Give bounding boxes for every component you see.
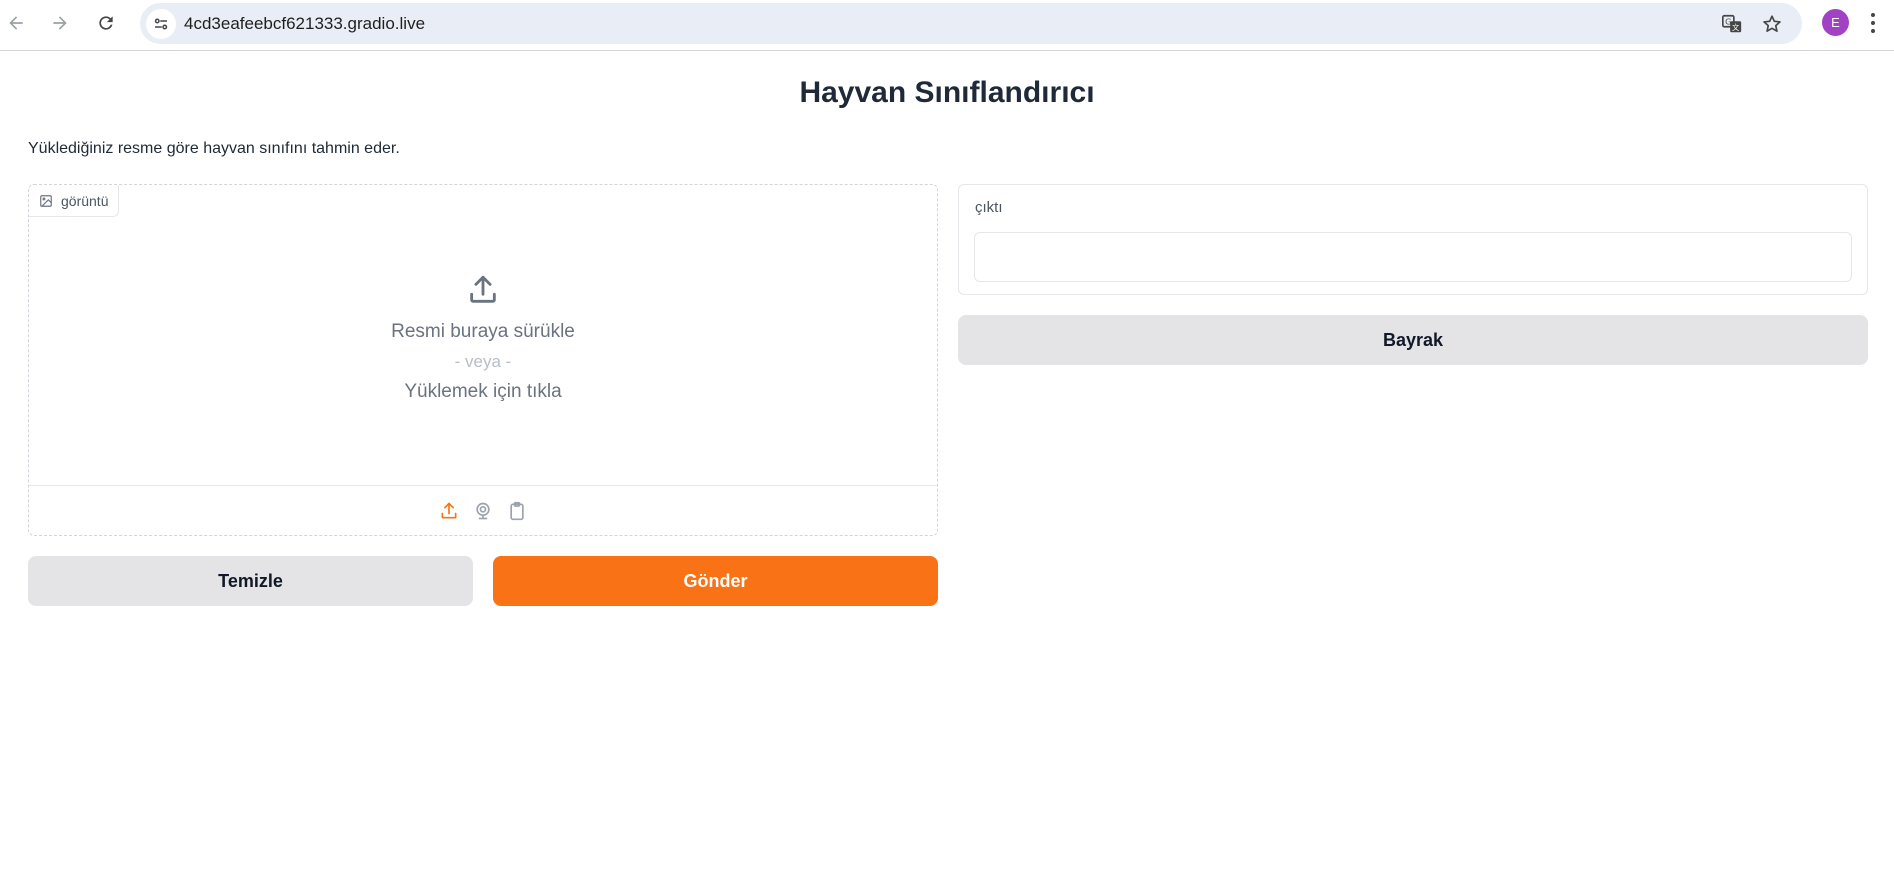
webcam-icon: [476, 502, 490, 519]
forward-button[interactable]: [46, 9, 74, 37]
browser-toolbar: 4cd3eafeebcf621333.gradio.live G 文 E: [0, 0, 1894, 51]
submit-button[interactable]: Gönder: [493, 556, 938, 606]
source-webcam-button[interactable]: [472, 500, 494, 522]
url-text[interactable]: 4cd3eafeebcf621333.gradio.live: [184, 14, 425, 34]
tune-icon: [154, 18, 168, 30]
arrow-right-icon: [53, 16, 67, 30]
output-textbox[interactable]: [974, 232, 1852, 282]
upload-icon: [470, 275, 496, 303]
image-input-label: görüntü: [29, 185, 120, 217]
image-source-selector: [29, 485, 937, 535]
back-button[interactable]: [2, 9, 30, 37]
avatar-initial: E: [1831, 15, 1840, 30]
reload-button[interactable]: [92, 9, 120, 37]
page-description: Yüklediğiniz resme göre hayvan sınıfını …: [28, 140, 400, 157]
browser-menu-button[interactable]: [1868, 11, 1878, 35]
drop-text: Resmi buraya sürükle: [391, 321, 575, 342]
translate-icon: G 文: [1722, 14, 1742, 33]
translate-button[interactable]: G 文: [1720, 12, 1744, 36]
profile-avatar[interactable]: E: [1822, 9, 1849, 36]
image-input-label-text: görüntü: [61, 192, 109, 209]
or-text: - veya -: [454, 352, 512, 371]
image-icon: [40, 194, 52, 207]
star-icon: [1763, 15, 1781, 32]
output-label: çıktı: [975, 199, 1003, 216]
clear-button[interactable]: Temizle: [28, 556, 473, 606]
click-to-upload-text: Yüklemek için tıkla: [404, 381, 562, 402]
reload-icon: [99, 16, 113, 30]
source-clipboard-button[interactable]: [506, 500, 528, 522]
address-bar[interactable]: 4cd3eafeebcf621333.gradio.live G 文: [140, 3, 1802, 44]
flag-button[interactable]: Bayrak: [958, 315, 1868, 365]
output-block: çıktı: [958, 184, 1868, 295]
page-title: Hayvan Sınıflandırıcı: [799, 76, 1095, 109]
image-drop-zone[interactable]: Resmi buraya sürükle - veya - Yüklemek i…: [29, 185, 937, 485]
clipboard-icon: [510, 501, 524, 520]
three-dots-vertical-icon: [1871, 13, 1875, 17]
arrow-left-icon: [9, 16, 23, 30]
upload-icon: [441, 502, 457, 518]
source-upload-button[interactable]: [438, 500, 460, 522]
image-input-block: Resmi buraya sürükle - veya - Yüklemek i…: [28, 184, 938, 536]
svg-text:文: 文: [1732, 23, 1740, 32]
site-info-button[interactable]: [146, 9, 176, 39]
bookmark-button[interactable]: [1760, 12, 1784, 36]
